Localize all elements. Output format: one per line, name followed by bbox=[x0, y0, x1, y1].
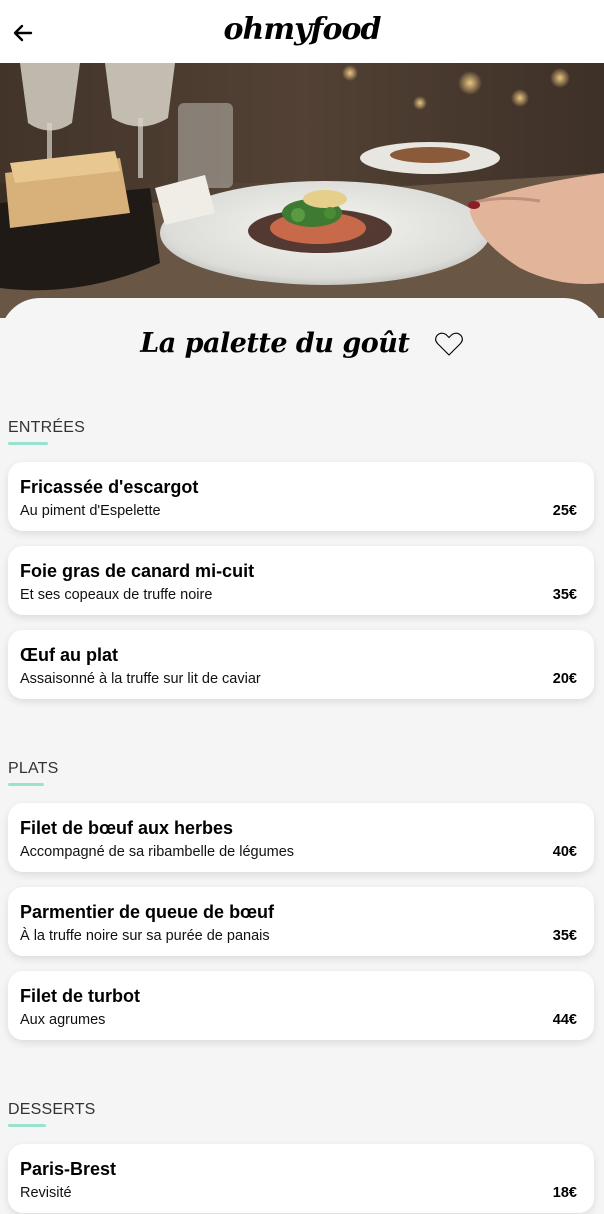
dish-name: Œuf au plat bbox=[20, 645, 118, 665]
section-underline bbox=[8, 442, 48, 445]
dish-name: Parmentier de queue de bœuf bbox=[20, 902, 275, 922]
dish-price: 18€ bbox=[552, 1185, 577, 1201]
hero-image bbox=[0, 63, 604, 318]
dish-description: Aux agrumes bbox=[20, 1012, 106, 1028]
restaurant-content: La palette du goût ENTRÉES Fricassée d'e… bbox=[0, 298, 604, 1214]
section-title-desserts: DESSERTS bbox=[8, 1101, 96, 1118]
dish-card[interactable]: Paris-Brest Revisité 18€ bbox=[8, 1144, 594, 1213]
section-underline bbox=[8, 783, 44, 786]
dish-description: Revisité bbox=[20, 1185, 72, 1201]
section-underline bbox=[8, 1124, 46, 1127]
dish-description: À la truffe noire sur sa purée de panais bbox=[20, 928, 270, 944]
dish-card[interactable]: Filet de turbot Aux agrumes 44€ bbox=[8, 971, 594, 1040]
dish-name: Paris-Brest bbox=[20, 1159, 117, 1179]
dish-description: Et ses copeaux de truffe noire bbox=[20, 587, 213, 603]
app-header: ohmyfood bbox=[0, 0, 604, 63]
dish-price: 35€ bbox=[552, 928, 577, 944]
section-title-entrees: ENTRÉES bbox=[8, 419, 85, 436]
restaurant-name: La palette du goût bbox=[140, 328, 410, 359]
app-logo[interactable]: ohmyfood bbox=[0, 12, 604, 47]
dish-description: Au piment d'Espelette bbox=[20, 503, 161, 519]
dish-name: Fricassée d'escargot bbox=[20, 477, 199, 497]
dish-description: Accompagné de sa ribambelle de légumes bbox=[20, 844, 295, 860]
dish-card[interactable]: Parmentier de queue de bœuf À la truffe … bbox=[8, 887, 594, 956]
section-title-plats: PLATS bbox=[8, 760, 59, 777]
dish-card[interactable]: Œuf au plat Assaisonné à la truffe sur l… bbox=[8, 630, 594, 699]
dish-card[interactable]: Foie gras de canard mi-cuit Et ses copea… bbox=[8, 546, 594, 615]
dish-card[interactable]: Fricassée d'escargot Au piment d'Espelet… bbox=[8, 462, 594, 531]
dish-card[interactable]: Filet de bœuf aux herbes Accompagné de s… bbox=[8, 803, 594, 872]
dish-price: 20€ bbox=[552, 671, 577, 687]
dish-name: Filet de bœuf aux herbes bbox=[20, 818, 234, 838]
dish-description: Assaisonné à la truffe sur lit de caviar bbox=[20, 671, 261, 687]
dish-price: 25€ bbox=[552, 503, 577, 519]
dish-name: Filet de turbot bbox=[20, 986, 140, 1006]
dish-name: Foie gras de canard mi-cuit bbox=[20, 561, 255, 581]
dish-price: 40€ bbox=[552, 844, 577, 860]
restaurant-header: La palette du goût bbox=[0, 328, 604, 368]
dish-price: 44€ bbox=[552, 1012, 577, 1028]
heart-icon[interactable] bbox=[434, 331, 464, 357]
restaurant-photo bbox=[0, 63, 604, 318]
dish-price: 35€ bbox=[552, 587, 577, 603]
